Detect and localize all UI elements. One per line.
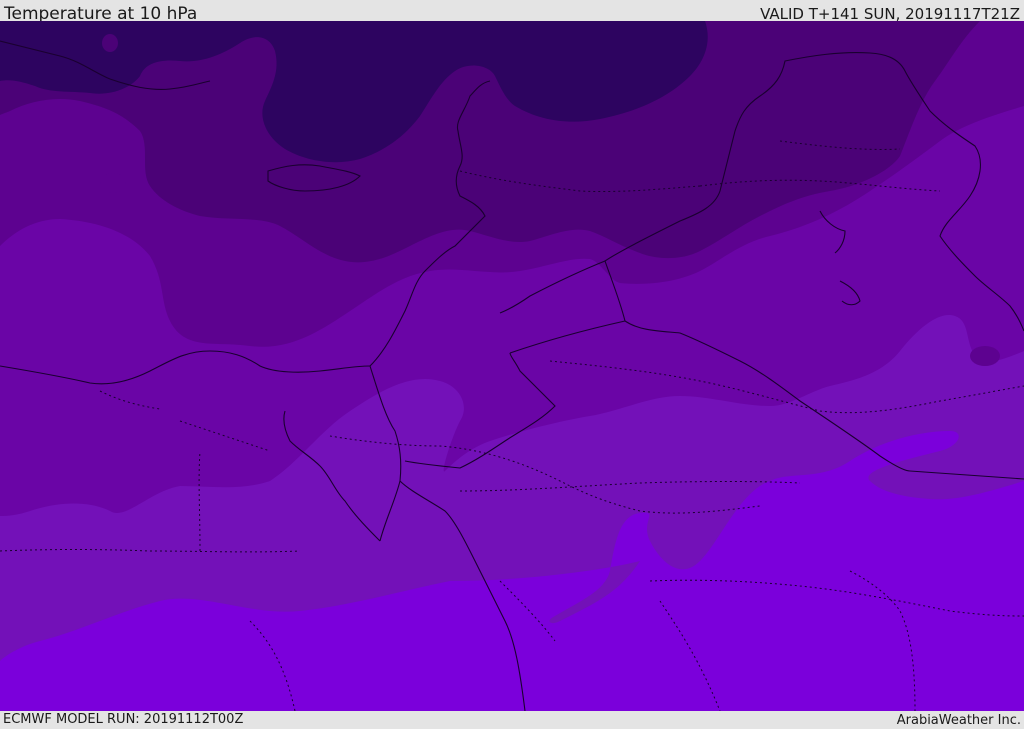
blob-east [970,346,1000,366]
map-canvas[interactable] [0,21,1024,711]
blob-north-sea [102,34,118,52]
model-run-label: ECMWF MODEL RUN: 20191112T00Z [3,712,244,727]
credit-label: ArabiaWeather Inc. [896,713,1021,728]
blob-west [100,173,126,193]
map-viewer: Temperature at 10 hPa VALID T+141 SUN, 2… [0,0,1024,729]
header-bar: Temperature at 10 hPa VALID T+141 SUN, 2… [0,0,1024,24]
temperature-map [0,21,1024,711]
footer-bar: ECMWF MODEL RUN: 20191112T00Z ArabiaWeat… [0,711,1024,729]
